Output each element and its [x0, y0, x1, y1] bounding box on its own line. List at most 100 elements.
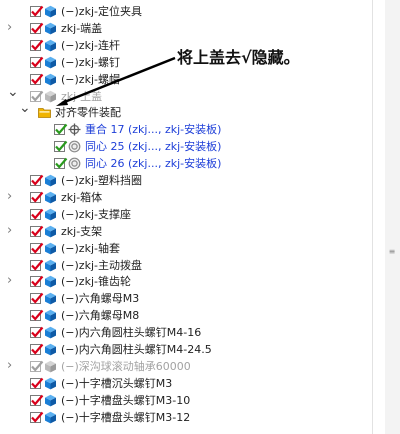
concentric-icon	[68, 157, 81, 170]
visibility-checkbox[interactable]	[30, 22, 44, 34]
chevron-right-icon[interactable]: ›	[7, 274, 16, 287]
checkmark-icon	[31, 191, 44, 203]
visibility-checkbox[interactable]	[30, 377, 44, 389]
checkmark-icon	[31, 225, 44, 237]
checkmark-icon	[55, 124, 68, 135]
checkmark-icon	[31, 411, 44, 423]
tree-item-label: (−)内六角圆柱头螺钉M4-24.5	[61, 343, 212, 356]
visibility-checkbox[interactable]	[30, 174, 44, 186]
checkmark-icon	[31, 259, 44, 271]
tree-item-label: zkj-上盖	[61, 89, 103, 103]
checkmark-icon	[31, 90, 44, 102]
visibility-checkbox[interactable]	[30, 293, 44, 305]
tree-item-label: (−)zkj-轴套	[61, 241, 120, 255]
part-icon	[44, 174, 57, 187]
chevron-right-icon[interactable]: ›	[7, 190, 16, 203]
checkmark-icon	[55, 157, 68, 169]
visibility-checkbox[interactable]	[30, 242, 44, 254]
panel-splitter[interactable]	[372, 0, 373, 434]
coincident-icon	[68, 123, 81, 136]
tree-item-label: (−)十字槽盘头螺钉M3-10	[61, 393, 191, 407]
part-icon	[44, 275, 57, 288]
checkmark-icon	[31, 343, 44, 355]
checkmark-icon	[31, 22, 44, 34]
visibility-checkbox[interactable]	[30, 276, 44, 288]
checkmark-icon	[31, 39, 44, 51]
part-icon	[44, 22, 57, 35]
tree-item-label: (−)六角螺母M3	[61, 292, 140, 306]
checkmark-icon	[31, 360, 44, 372]
folder-icon	[38, 106, 51, 119]
annotation-callout: 将上盖去√隐藏。	[177, 48, 300, 67]
visibility-checkbox[interactable]	[30, 394, 44, 406]
tree-item-label: (−)内六角圆柱头螺钉M4-16	[61, 326, 202, 340]
checkmark-icon	[31, 5, 44, 17]
checkmark-icon	[31, 377, 44, 389]
checkmark-icon	[55, 140, 68, 152]
chevron-right-icon[interactable]: ›	[7, 359, 16, 372]
part-icon	[44, 73, 57, 86]
part-icon	[44, 242, 57, 255]
visibility-checkbox[interactable]	[30, 56, 44, 68]
visibility-checkbox[interactable]	[54, 124, 68, 136]
tree-item-label: zkj-端盖	[61, 21, 103, 35]
part-icon	[44, 5, 57, 18]
visibility-checkbox[interactable]	[30, 5, 44, 17]
tree-item-label: zkj-支架	[61, 224, 103, 238]
visibility-checkbox[interactable]	[30, 360, 44, 372]
chevron-right-icon[interactable]: ›	[7, 224, 16, 237]
visibility-checkbox[interactable]	[30, 326, 44, 339]
tree-item-label: (−)zkj-主动拨盘	[61, 258, 142, 272]
tree-item-label: (−)深沟球滚动轴承60000	[61, 359, 191, 373]
checkmark-icon	[31, 242, 44, 254]
part-icon	[44, 343, 57, 356]
tree-item-label: 同心 25 (zkj..., zkj-安装板)	[85, 140, 222, 154]
visibility-checkbox[interactable]	[30, 343, 44, 355]
part-icon	[44, 39, 57, 52]
part-icon	[44, 394, 57, 407]
visibility-checkbox[interactable]	[54, 157, 68, 170]
part-icon	[44, 292, 57, 305]
visibility-checkbox[interactable]	[30, 225, 44, 237]
concentric-icon	[68, 140, 81, 153]
tree-item-label: 对齐零件装配	[55, 106, 121, 120]
checkmark-icon	[31, 56, 44, 68]
part-icon	[44, 259, 57, 272]
part-icon	[44, 225, 57, 238]
tree-item-label: (−)zkj-连杆	[61, 38, 120, 52]
checkmark-icon	[31, 208, 44, 220]
tree-item-label: (−)zkj-定位夹具	[61, 5, 142, 18]
part-icon	[44, 377, 57, 390]
vertical-scrollbar[interactable]: ≡	[385, 0, 400, 434]
part-icon	[44, 411, 57, 424]
visibility-checkbox[interactable]	[54, 140, 68, 153]
part-icon	[44, 309, 57, 322]
visibility-checkbox[interactable]	[30, 208, 44, 220]
tree-item-label: (−)十字槽盘头螺钉M3-12	[61, 410, 191, 424]
checkmark-icon	[31, 174, 44, 186]
checkmark-icon	[31, 394, 44, 406]
tree-item-label: (−)zkj-螺钉	[61, 55, 120, 69]
visibility-checkbox[interactable]	[30, 39, 44, 51]
part-icon	[44, 208, 57, 221]
chevron-right-icon[interactable]: ›	[7, 21, 16, 34]
checkmark-icon	[31, 293, 44, 304]
chevron-down-icon[interactable]: ⌄	[19, 101, 31, 115]
tree-item-label: (−)zkj-塑料挡圈	[61, 174, 142, 187]
part-icon	[44, 90, 57, 103]
tree-item-label: (−)十字槽沉头螺钉M3	[61, 376, 173, 390]
tree-item-label: (−)zkj-螺帽	[61, 72, 120, 86]
tree-item-label: (−)六角螺母M8	[61, 309, 140, 323]
visibility-checkbox[interactable]	[30, 411, 44, 423]
visibility-checkbox[interactable]	[30, 191, 44, 203]
checkmark-icon	[31, 326, 44, 338]
visibility-checkbox[interactable]	[30, 73, 44, 85]
tree-item[interactable]: (−)十字槽盘头螺钉M3-12	[0, 408, 372, 427]
checkmark-icon	[31, 276, 44, 288]
part-icon	[44, 191, 57, 204]
chevron-down-icon[interactable]: ⌄	[7, 85, 19, 99]
visibility-checkbox[interactable]	[30, 259, 44, 271]
tree-item-label: (−)zkj-锥齿轮	[61, 275, 131, 289]
visibility-checkbox[interactable]	[30, 309, 44, 322]
visibility-checkbox[interactable]	[30, 90, 44, 102]
